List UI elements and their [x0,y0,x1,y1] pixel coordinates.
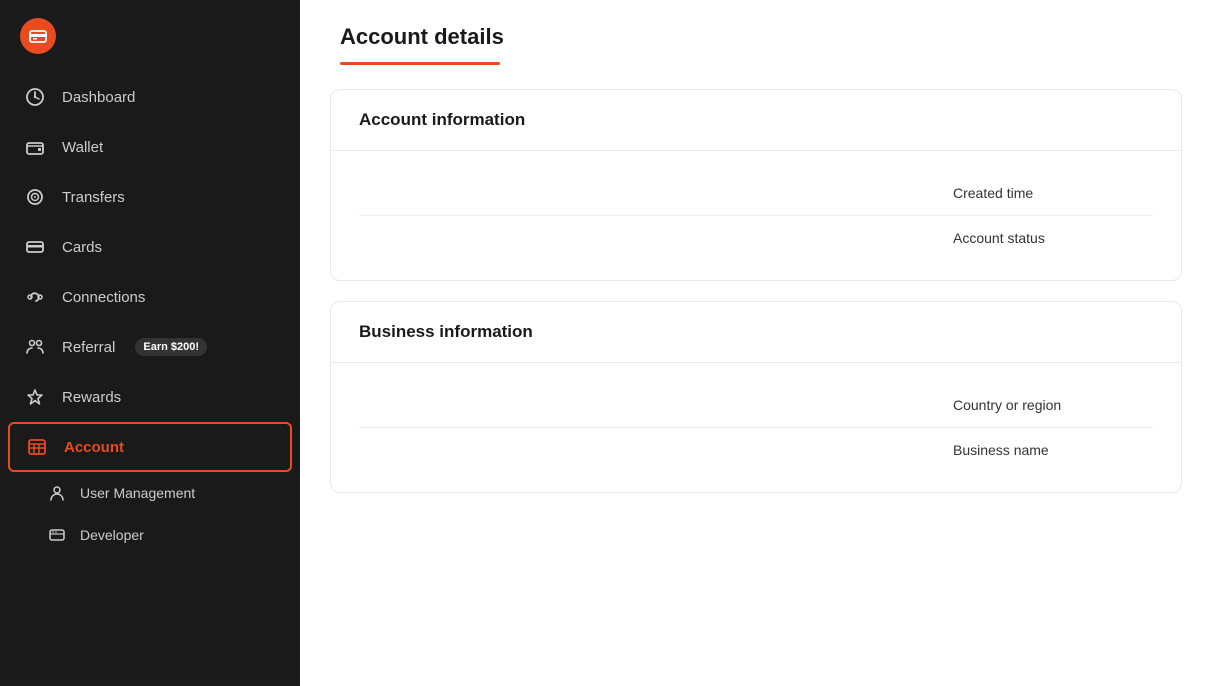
country-region-row: Country or region [359,383,1153,428]
business-information-body: Country or region Business name [331,363,1181,492]
account-information-body: Created time Account status [331,151,1181,280]
sidebar-item-label: Transfers [62,189,125,206]
created-time-label: Created time [953,185,1153,201]
dashboard-icon [24,86,46,108]
business-information-section: Business information Country or region B… [330,301,1182,493]
referral-icon [24,336,46,358]
sidebar-item-label: Referral [62,339,115,356]
sidebar-subitem-developer[interactable]: Developer [0,514,300,556]
sidebar-item-label: Account [64,439,124,456]
rewards-icon [24,386,46,408]
referral-badge: Earn $200! [135,338,207,356]
account-information-section: Account information Created time Account… [330,89,1182,281]
connections-icon [24,286,46,308]
sidebar-item-transfers[interactable]: Transfers [0,172,300,222]
country-region-label: Country or region [953,397,1153,413]
cards-icon [24,236,46,258]
main-content: Account details Account information Crea… [300,0,1212,686]
sidebar-item-referral[interactable]: Referral Earn $200! [0,322,300,372]
sidebar-item-label: Cards [62,239,102,256]
sidebar-item-cards[interactable]: Cards [0,222,300,272]
account-status-label: Account status [953,230,1153,246]
transfers-icon [24,186,46,208]
sidebar-item-account[interactable]: Account [8,422,292,472]
sidebar-item-label: Connections [62,289,145,306]
title-underline [340,62,500,65]
business-name-label: Business name [953,442,1153,458]
sidebar-item-dashboard[interactable]: Dashboard [0,72,300,122]
created-time-row: Created time [359,171,1153,216]
account-information-header: Account information [331,90,1181,151]
sidebar-subitem-label: User Management [80,485,195,501]
user-management-icon [48,484,66,502]
business-name-row: Business name [359,428,1153,472]
sidebar-item-wallet[interactable]: Wallet [0,122,300,172]
page-header: Account details [300,0,1212,65]
wallet-icon [24,136,46,158]
business-information-header: Business information [331,302,1181,363]
account-status-row: Account status [359,216,1153,260]
sidebar-logo [0,0,300,72]
page-title: Account details [340,24,1172,50]
sidebar-item-label: Rewards [62,389,121,406]
sidebar-subitem-label: Developer [80,527,144,543]
account-icon [26,436,48,458]
sidebar-item-connections[interactable]: Connections [0,272,300,322]
sidebar-item-label: Dashboard [62,89,135,106]
logo-icon [20,18,56,54]
sidebar-item-rewards[interactable]: Rewards [0,372,300,422]
sidebar-subitem-user-management[interactable]: User Management [0,472,300,514]
sidebar: Dashboard Wallet Transfers [0,0,300,686]
developer-icon [48,526,66,544]
sidebar-item-label: Wallet [62,139,103,156]
